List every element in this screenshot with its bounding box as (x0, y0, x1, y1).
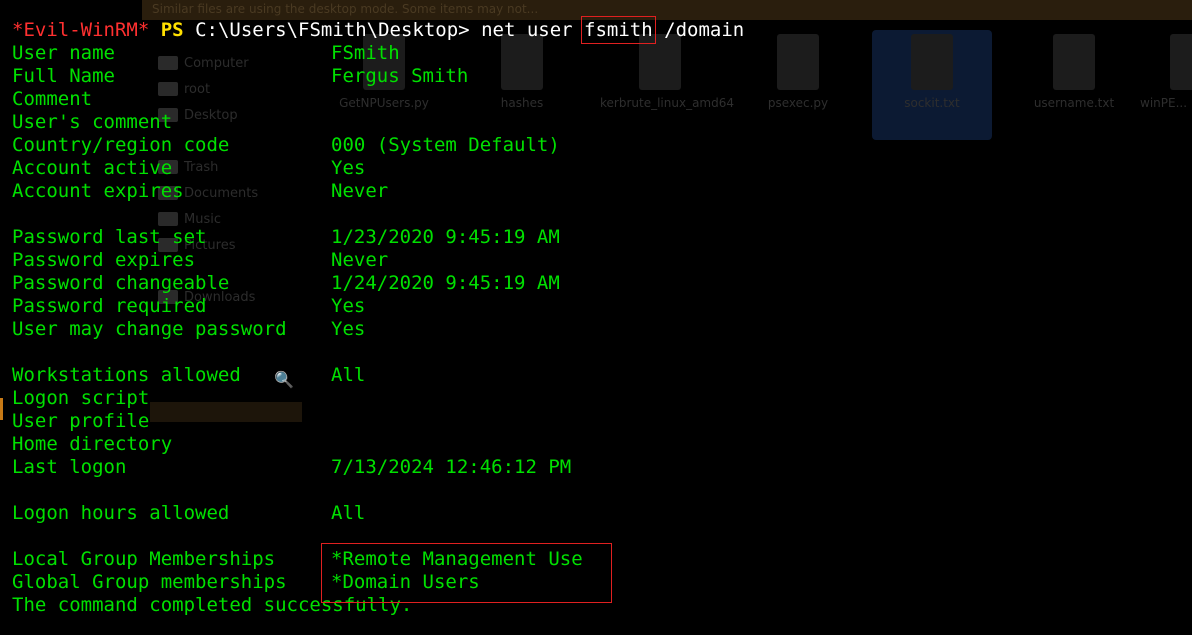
group-memberships-highlight (321, 543, 612, 603)
field-label: Password required (12, 295, 207, 317)
field-value: Yes (331, 318, 366, 340)
field-label: Workstations allowed (12, 364, 241, 386)
field-label: Logon script (12, 387, 150, 409)
field-value: Yes (331, 295, 366, 317)
file-username[interactable]: username.txt (1014, 34, 1134, 110)
field-label: Last logon (12, 456, 127, 478)
file-name: sockit.txt (904, 96, 960, 110)
field-label: Full Name (12, 65, 115, 87)
field-full-name: Full Name Fergus Smith (12, 65, 744, 88)
field-value: Never (331, 180, 389, 202)
field-value: 7/13/2024 12:46:12 PM (331, 456, 572, 478)
file-winpe[interactable]: winPE... (1140, 34, 1192, 110)
field-label: Password changeable (12, 272, 230, 294)
field-label: Country/region code (12, 134, 230, 156)
field-label: Password expires (12, 249, 196, 271)
python-file-icon (777, 34, 819, 90)
file-icon (1053, 34, 1095, 90)
file-name: psexec.py (767, 96, 829, 110)
field-password-last-set: Password last set 1/23/2020 9:45:19 AM (12, 226, 744, 249)
field-value: All (331, 364, 366, 386)
field-account-active: Account active Yes (12, 157, 744, 180)
field-label: Global Group memberships (12, 571, 287, 593)
field-value: 1/23/2020 9:45:19 AM (331, 226, 560, 248)
prompt-line: *Evil-WinRM* PS C:\Users\FSmith\Desktop>… (12, 16, 745, 44)
field-user-name: User name FSmith (12, 42, 744, 65)
field-label: Account expires (12, 180, 184, 202)
highlighted-username: fsmith (581, 16, 656, 44)
field-value: Never (331, 249, 389, 271)
field-comment: Comment (12, 88, 744, 111)
field-password-required: Password required Yes (12, 295, 744, 318)
ps-marker: PS (160, 19, 184, 41)
field-label: User name (12, 42, 115, 64)
field-last-logon: Last logon 7/13/2024 12:46:12 PM (12, 456, 744, 479)
field-user-profile: User profile (12, 410, 744, 433)
field-users-comment: User's comment (12, 111, 744, 134)
background-info-text: Similar files are using the desktop mode… (152, 2, 539, 16)
field-user-may-change-password: User may change password Yes (12, 318, 744, 341)
field-account-expires: Account expires Never (12, 180, 744, 203)
file-icon (911, 34, 953, 90)
field-password-changeable: Password changeable 1/24/2020 9:45:19 AM (12, 272, 744, 295)
field-label: Account active (12, 157, 173, 179)
field-value: Fergus Smith (331, 65, 469, 87)
field-label: Home directory (12, 433, 173, 455)
field-home-directory: Home directory (12, 433, 744, 456)
field-label: User's comment (12, 111, 173, 133)
field-value: 000 (System Default) (331, 134, 560, 156)
file-name: username.txt (1033, 96, 1115, 110)
field-country-code: Country/region code 000 (System Default) (12, 134, 744, 157)
prompt-path: C:\Users\FSmith\Desktop> (195, 19, 470, 41)
field-value: FSmith (331, 42, 400, 64)
field-label: Logon hours allowed (12, 502, 230, 524)
field-value: 1/24/2020 9:45:19 AM (331, 272, 560, 294)
field-label: Comment (12, 88, 93, 110)
field-workstations-allowed: Workstations allowed All (12, 364, 744, 387)
command-prefix: net user (481, 19, 573, 41)
field-value: All (331, 502, 366, 524)
file-icon (1170, 34, 1192, 90)
field-label: Password last set (12, 226, 207, 248)
command-suffix: /domain (664, 19, 745, 41)
file-name: winPE... (1140, 96, 1188, 110)
shell-name: *Evil-WinRM* (12, 19, 150, 41)
field-label: User may change password (12, 318, 287, 340)
file-psexec[interactable]: psexec.py (738, 34, 858, 110)
field-label: Local Group Memberships (12, 548, 276, 570)
field-password-expires: Password expires Never (12, 249, 744, 272)
field-logon-hours-allowed: Logon hours allowed All (12, 502, 744, 525)
field-logon-script: Logon script (12, 387, 744, 410)
window-edge-accent (0, 398, 3, 420)
field-value: Yes (331, 157, 366, 179)
terminal-output[interactable]: *Evil-WinRM* PS C:\Users\FSmith\Desktop>… (12, 16, 745, 617)
field-label: User profile (12, 410, 150, 432)
file-sockit-selected[interactable]: sockit.txt (872, 30, 992, 140)
